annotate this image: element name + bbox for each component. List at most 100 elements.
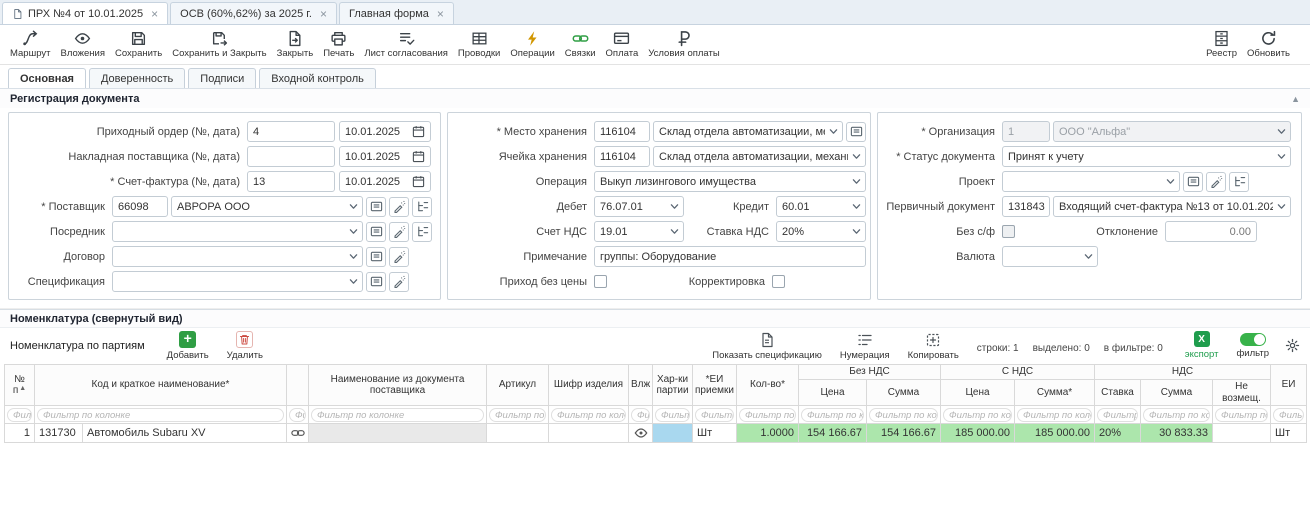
no-price-checkbox[interactable] <box>594 275 607 288</box>
column-header-receipt-unit[interactable]: *ЕИ приемки <box>693 365 737 406</box>
project-hierarchy-button[interactable] <box>1229 172 1249 192</box>
project-card-button[interactable] <box>1183 172 1203 192</box>
column-header-attach[interactable]: Влж <box>629 365 653 406</box>
calendar-icon[interactable] <box>412 175 425 188</box>
chevron-down-icon[interactable] <box>851 201 862 212</box>
column-header-quantity[interactable]: Кол-во* <box>737 365 799 406</box>
cell-name[interactable]: Автомобиль Subaru XV <box>83 424 287 443</box>
column-filter-input[interactable]: Фильтр по колонке <box>551 408 626 422</box>
chevron-down-icon[interactable] <box>1276 201 1287 212</box>
column-header-num[interactable]: № п▲ <box>5 365 35 406</box>
primary-doc-code-input[interactable]: 131843 <box>1002 196 1050 217</box>
correction-checkbox[interactable] <box>772 275 785 288</box>
cell-quantity[interactable]: 1.0000 <box>737 424 799 443</box>
numbering-button[interactable]: Нумерация <box>840 331 890 361</box>
chevron-down-icon[interactable] <box>669 226 680 237</box>
subtab-4[interactable]: Входной контроль <box>259 68 376 88</box>
column-header-batch-props[interactable]: Хар-ки партии <box>653 365 693 406</box>
supplier-search-button[interactable] <box>389 197 409 217</box>
supplier-card-button[interactable] <box>366 197 386 217</box>
intermediary-card-button[interactable] <box>366 222 386 242</box>
table-row[interactable]: 1 131730 Автомобиль Subaru XV Шт 1.0000 … <box>5 424 1307 443</box>
contract-search-button[interactable] <box>389 247 409 267</box>
tab-close-icon[interactable]: × <box>151 7 158 21</box>
specification-combobox[interactable] <box>112 271 363 292</box>
chevron-down-icon[interactable] <box>851 151 862 162</box>
operation-combobox[interactable]: Выкуп лизингового имущества <box>594 171 866 192</box>
column-header-supplier-doc-name[interactable]: Наименование из документа поставщика <box>309 365 487 406</box>
links-button[interactable]: Связки <box>565 29 596 59</box>
storage-place-code-input[interactable]: 116104 <box>594 121 650 142</box>
tab-close-icon[interactable]: × <box>320 7 327 21</box>
column-filter-input[interactable]: Фильтр по колонке <box>695 408 734 422</box>
column-header-vat-amount[interactable]: Сумма <box>1141 380 1213 406</box>
cell-vat-rate[interactable]: 20% <box>1095 424 1141 443</box>
postings-button[interactable]: Проводки <box>458 29 500 59</box>
supplier-invoice-number-input[interactable] <box>247 146 335 167</box>
debit-combobox[interactable]: 76.07.01 <box>594 196 684 217</box>
approval-sheet-button[interactable]: Лист согласования <box>364 29 448 59</box>
project-combobox[interactable] <box>1002 171 1180 192</box>
column-header-amount-no-vat[interactable]: Сумма <box>867 380 941 406</box>
storage-place-combobox[interactable]: Склад отдела автоматизации, механизации … <box>653 121 843 142</box>
calendar-icon[interactable] <box>412 150 425 163</box>
close-button[interactable]: Закрыть <box>277 29 314 59</box>
column-filter-input[interactable]: Фильтр по колонке <box>801 408 864 422</box>
cell-non-refund[interactable] <box>1213 424 1271 443</box>
export-excel-button[interactable]: X экспорт <box>1185 331 1219 360</box>
toggle-on-icon[interactable] <box>1240 333 1266 346</box>
chevron-down-icon[interactable] <box>348 276 359 287</box>
supplier-combobox[interactable]: АВРОРА ООО <box>171 196 363 217</box>
credit-combobox[interactable]: 60.01 <box>776 196 866 217</box>
status-combobox[interactable]: Принят к учету <box>1002 146 1291 167</box>
contract-card-button[interactable] <box>366 247 386 267</box>
column-filter-input[interactable]: Фильтр по колонке <box>1273 408 1304 422</box>
supplier-hierarchy-button[interactable] <box>412 197 432 217</box>
receipt-order-date-input[interactable]: 10.01.2025 <box>339 121 431 142</box>
column-header-vat-rate[interactable]: Ставка <box>1095 380 1141 406</box>
cell-amount-with-vat[interactable]: 185 000.00 <box>1015 424 1095 443</box>
vat-account-combobox[interactable]: 19.01 <box>594 221 684 242</box>
delete-row-button[interactable]: Удалить <box>227 331 263 361</box>
copy-button[interactable]: Копировать <box>908 331 959 361</box>
print-button[interactable]: Печать <box>323 29 354 59</box>
column-header-price-with-vat[interactable]: Цена <box>941 380 1015 406</box>
column-filter-input[interactable]: Фильтр по колонке <box>739 408 796 422</box>
subtab-1[interactable]: Основная <box>8 68 86 88</box>
column-header-unit[interactable]: ЕИ <box>1271 365 1307 406</box>
chevron-down-icon[interactable] <box>851 226 862 237</box>
column-filter-input[interactable]: Фильтр по колонке <box>1097 408 1138 422</box>
column-filter-input[interactable]: Фильтр по колонке <box>7 408 32 422</box>
column-filter-input[interactable]: Фильтр по колонке <box>869 408 938 422</box>
column-header-price-no-vat[interactable]: Цена <box>799 380 867 406</box>
cell-receipt-unit[interactable]: Шт <box>693 424 737 443</box>
tab-1[interactable]: ПРХ №4 от 10.01.2025× <box>2 2 168 24</box>
payment-terms-button[interactable]: Условия оплаты <box>648 29 719 59</box>
cell-link[interactable] <box>287 424 309 443</box>
primary-doc-combobox[interactable]: Входящий счет-фактура №13 от 10.01.2025 <box>1053 196 1291 217</box>
column-header-article[interactable]: Артикул <box>487 365 549 406</box>
column-filter-input[interactable]: Фильтр по колонке <box>943 408 1012 422</box>
chevron-down-icon[interactable] <box>828 126 839 137</box>
cell-num[interactable]: 1 <box>5 424 35 443</box>
storage-cell-code-input[interactable]: 116104 <box>594 146 650 167</box>
add-row-button[interactable]: + Добавить <box>167 331 209 361</box>
column-filter-input[interactable]: Фильтр по колонке <box>1017 408 1092 422</box>
attachments-button[interactable]: Вложения <box>61 29 106 59</box>
save-button[interactable]: Сохранить <box>115 29 162 59</box>
payment-button[interactable]: Оплата <box>606 29 639 59</box>
collapse-section-icon[interactable]: ▲ <box>1291 94 1300 104</box>
supplier-code-input[interactable]: 66098 <box>112 196 168 217</box>
cell-price-no-vat[interactable]: 154 166.67 <box>799 424 867 443</box>
chevron-down-icon[interactable] <box>348 201 359 212</box>
subtab-2[interactable]: Доверенность <box>89 68 185 88</box>
cell-attach[interactable] <box>629 424 653 443</box>
storage-cell-combobox[interactable]: Склад отдела автоматизации, механизации … <box>653 146 866 167</box>
chevron-down-icon[interactable] <box>851 176 862 187</box>
calendar-icon[interactable] <box>412 125 425 138</box>
save-and-close-button[interactable]: Сохранить и Закрыть <box>172 29 266 59</box>
operations-button[interactable]: Операции <box>510 29 554 59</box>
cell-amount-no-vat[interactable]: 154 166.67 <box>867 424 941 443</box>
tab-3[interactable]: Главная форма× <box>339 2 454 24</box>
column-filter-input[interactable]: Фильтр по колонке <box>37 408 284 422</box>
